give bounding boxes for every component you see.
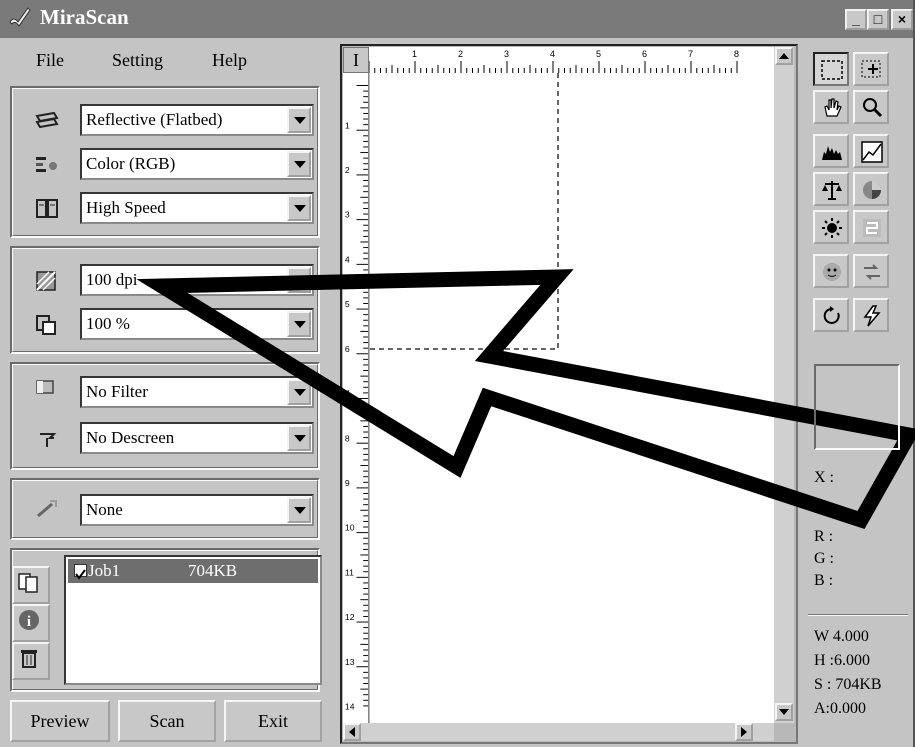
- histogram-tool[interactable]: [813, 134, 849, 168]
- hand-icon: [824, 98, 842, 117]
- curve-icon: [861, 141, 883, 163]
- rotate-icon: [823, 306, 840, 324]
- hand-tool[interactable]: [813, 90, 849, 124]
- color-wheel-tool[interactable]: [853, 172, 889, 206]
- brightness-tool[interactable]: [813, 210, 849, 244]
- color-wheel-icon: [863, 181, 881, 199]
- lightning-tool[interactable]: [853, 298, 889, 332]
- green-value-label: G :: [814, 550, 834, 567]
- select-rect-icon: [821, 60, 843, 80]
- blue-value-label: B :: [814, 572, 834, 589]
- angle-label: A:0.000: [814, 700, 866, 717]
- balance-icon: [822, 181, 842, 200]
- zoom-icon: [863, 98, 883, 118]
- select-rect-tool[interactable]: [813, 52, 849, 86]
- width-label: W 4.000: [814, 628, 869, 645]
- face-tool[interactable]: [813, 254, 849, 288]
- lightning-icon: [863, 305, 881, 327]
- x-coordinate-label: X :: [814, 469, 834, 486]
- size-label: S : 704KB: [814, 676, 882, 693]
- balance-tool[interactable]: [813, 172, 849, 206]
- tone-icon: [863, 219, 881, 237]
- brightness-icon: [822, 218, 842, 238]
- zoom-tool[interactable]: [853, 90, 889, 124]
- thumbnail-preview: [814, 364, 900, 450]
- annotation-arrow-icon: [136, 269, 915, 530]
- height-label: H :6.000: [814, 652, 870, 669]
- histogram-icon: [822, 146, 842, 160]
- auto-crop-icon: [861, 60, 881, 78]
- transform-icon: [864, 264, 880, 280]
- curve-tool[interactable]: [853, 134, 889, 168]
- tone-tool[interactable]: [853, 210, 889, 244]
- auto-crop-tool[interactable]: [853, 52, 889, 86]
- mirascan-window: MiraScan _ □ × File Setting Help Reflect…: [0, 0, 915, 747]
- face-icon: [823, 263, 841, 281]
- red-value-label: R :: [814, 528, 834, 545]
- transform-tool[interactable]: [853, 254, 889, 288]
- info-divider: [808, 614, 908, 616]
- rotate-tool[interactable]: [813, 298, 849, 332]
